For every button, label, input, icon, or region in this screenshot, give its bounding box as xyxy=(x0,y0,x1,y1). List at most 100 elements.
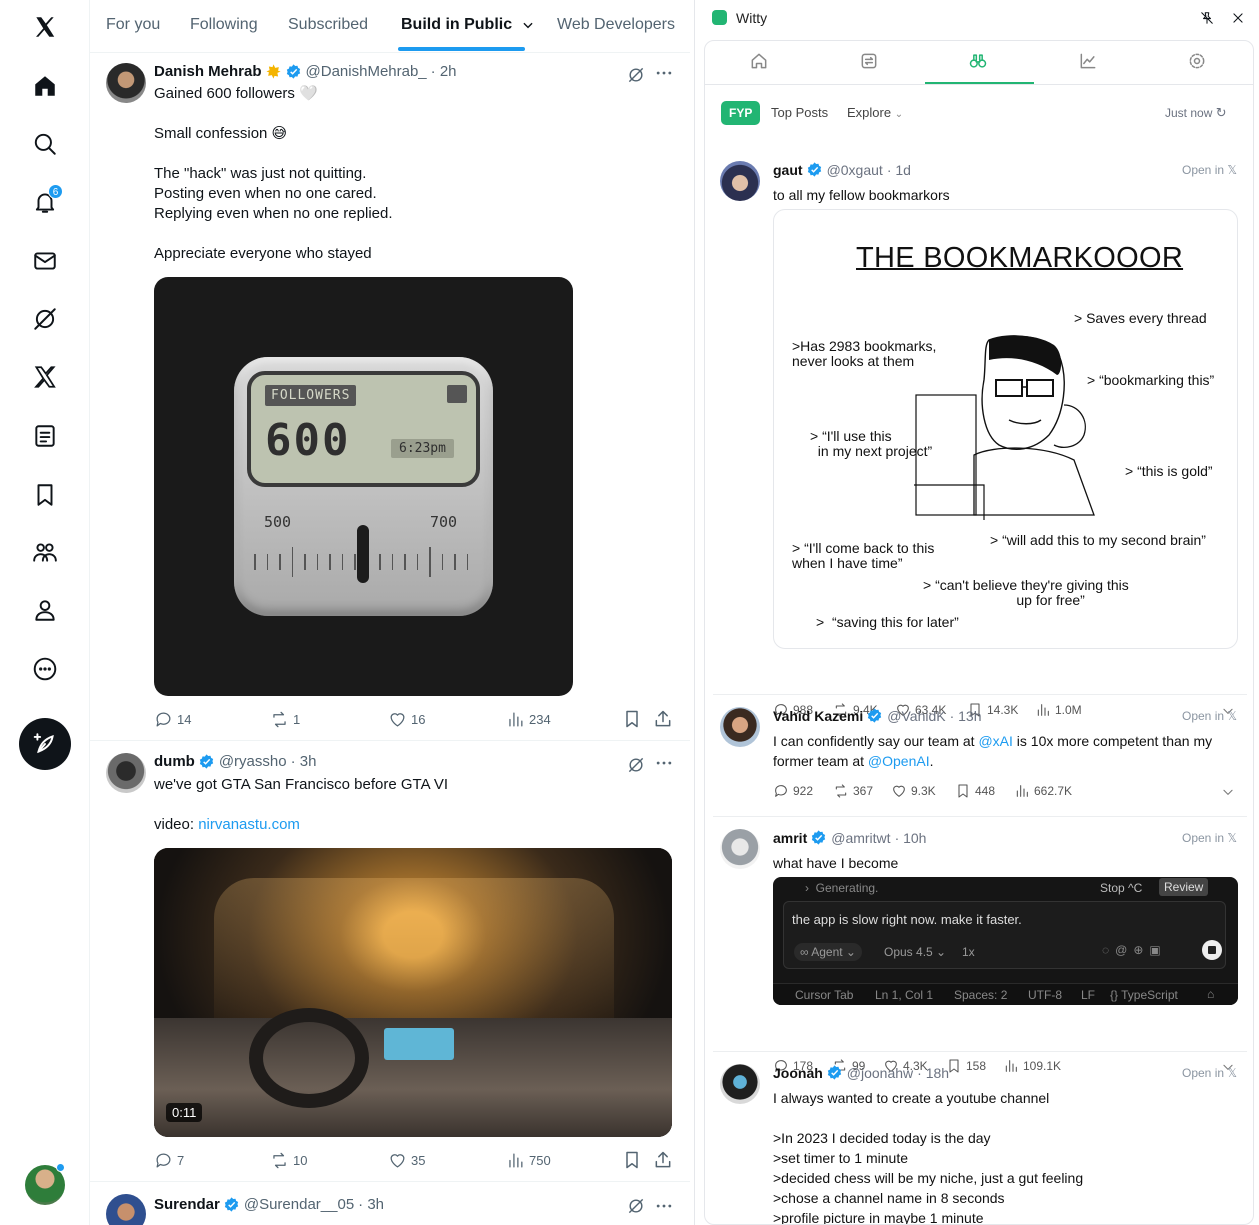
author-handle[interactable]: @amritwt xyxy=(831,830,890,846)
mail-icon[interactable] xyxy=(20,236,70,286)
open-in-x-link[interactable]: Open in 𝕏 xyxy=(1182,1066,1237,1080)
communities-icon[interactable] xyxy=(20,527,70,577)
author-name[interactable]: amrit xyxy=(773,830,807,846)
unpin-icon[interactable] xyxy=(1200,11,1214,25)
open-in-x-link[interactable]: Open in 𝕏 xyxy=(1182,831,1237,845)
author-avatar[interactable] xyxy=(106,1194,146,1225)
share-icon[interactable] xyxy=(653,709,673,729)
author-name[interactable]: gaut xyxy=(773,162,803,178)
mention-link[interactable]: @xAI xyxy=(978,733,1012,749)
like-button[interactable]: 35 xyxy=(388,1150,425,1170)
more-circle-icon[interactable] xyxy=(20,644,70,694)
repost-button[interactable]: 10 xyxy=(270,1150,307,1170)
witty-tab-home[interactable] xyxy=(749,51,771,73)
author-handle[interactable]: @joonahw xyxy=(847,1065,913,1081)
bookmark-icon[interactable] xyxy=(20,470,70,520)
reply-button[interactable]: 7 xyxy=(154,1150,184,1170)
search-icon[interactable] xyxy=(20,119,70,169)
like-stat[interactable]: 9.3K xyxy=(891,782,936,800)
tweet-time[interactable]: · 3h xyxy=(358,1196,384,1213)
refresh-button[interactable]: Just now ↻ xyxy=(1165,105,1227,121)
video-duration: 0:11 xyxy=(166,1103,203,1122)
tweet[interactable]: Surendar @Surendar__05 · 3h xyxy=(90,1182,690,1225)
witty-tab-settings[interactable] xyxy=(1187,51,1209,73)
lists-icon[interactable] xyxy=(20,411,70,461)
meme-image[interactable]: THE BOOKMARKOOOR > Saves every thread >H… xyxy=(773,209,1238,649)
repost-button[interactable]: 1 xyxy=(270,709,300,729)
profile-icon[interactable] xyxy=(20,585,70,635)
reply-button[interactable]: 14 xyxy=(154,709,191,729)
grok-icon[interactable] xyxy=(20,294,70,344)
witty-post[interactable]: gaut @0xgaut · 1d Open in 𝕏 to all my fe… xyxy=(705,151,1253,717)
views-button[interactable]: 234 xyxy=(506,709,551,729)
author-avatar[interactable] xyxy=(720,707,760,747)
author-handle[interactable]: @Surendar__05 xyxy=(244,1196,354,1213)
author-handle[interactable]: @VahidK xyxy=(887,708,945,724)
notifications-icon[interactable]: 6 xyxy=(20,177,70,227)
compose-post-button[interactable] xyxy=(19,718,71,770)
witty-tab-analytics[interactable] xyxy=(1078,51,1100,73)
author-avatar[interactable] xyxy=(720,161,760,201)
author-avatar[interactable] xyxy=(720,829,760,869)
tweet-time[interactable]: · 2h xyxy=(431,63,457,80)
filter-explore[interactable]: Explore ⌄ xyxy=(847,105,903,120)
witty-post[interactable]: Joonah @joonahw · 18h Open in 𝕏 I always… xyxy=(705,1054,1253,1224)
tab-subscribed[interactable]: Subscribed xyxy=(288,0,368,53)
author-name[interactable]: dumb xyxy=(154,753,195,770)
author-handle[interactable]: @ryassho xyxy=(219,753,287,770)
witty-post[interactable]: amrit @amritwt · 10h Open in 𝕏 what have… xyxy=(705,819,1253,1073)
scale-tick xyxy=(429,547,431,577)
close-icon[interactable] xyxy=(1231,11,1245,25)
author-handle[interactable]: @0xgaut xyxy=(827,162,883,178)
author-name[interactable]: Danish Mehrab xyxy=(154,63,262,80)
video-link[interactable]: nirvanastu.com xyxy=(198,816,300,833)
tab-for-you[interactable]: For you xyxy=(106,0,160,53)
chevron-down-icon[interactable] xyxy=(1221,785,1235,799)
tweet-video[interactable]: 0:11 xyxy=(154,848,672,1137)
home-icon[interactable] xyxy=(20,61,70,111)
share-icon[interactable] xyxy=(653,1150,673,1170)
tweet[interactable]: dumb @ryassho · 3h we've got GTA San Fra… xyxy=(90,741,690,1182)
like-button[interactable]: 16 xyxy=(388,709,425,729)
mention-link[interactable]: @OpenAI xyxy=(868,753,930,769)
x-premium-icon[interactable] xyxy=(20,352,70,402)
bookmark-icon[interactable] xyxy=(622,709,642,729)
tweet[interactable]: Danish Mehrab @DanishMehrab_ · 2h Gained… xyxy=(90,53,690,741)
author-name[interactable]: Surendar xyxy=(154,1196,220,1213)
more-icon[interactable] xyxy=(654,753,674,773)
tab-build-in-public[interactable]: Build in Public xyxy=(401,0,535,53)
filter-fyp[interactable]: FYP xyxy=(721,101,761,125)
x-logo-icon[interactable] xyxy=(20,2,70,52)
author-handle[interactable]: @DanishMehrab_ xyxy=(306,63,427,80)
separator xyxy=(713,1051,1247,1052)
tweet-image-followers-counter[interactable]: FOLLOWERS 600 6:23pm 500 700 xyxy=(154,277,573,696)
tab-web-developers[interactable]: Web Developers xyxy=(557,0,675,53)
witty-tab-reposts[interactable] xyxy=(859,51,881,73)
author-name[interactable]: Vahid Kazemi xyxy=(773,708,863,724)
more-icon[interactable] xyxy=(654,63,674,83)
open-in-x-link[interactable]: Open in 𝕏 xyxy=(1182,163,1237,177)
panel-divider[interactable] xyxy=(694,0,695,1225)
open-in-x-link[interactable]: Open in 𝕏 xyxy=(1182,709,1237,723)
views-icon xyxy=(1016,785,1028,797)
author-avatar[interactable] xyxy=(106,753,146,793)
author-avatar[interactable] xyxy=(720,1064,760,1104)
author-name[interactable]: Joonah xyxy=(773,1065,823,1081)
views-button[interactable]: 750 xyxy=(506,1150,551,1170)
bookmark-icon[interactable] xyxy=(622,1150,642,1170)
grok-icon[interactable] xyxy=(626,1196,646,1216)
witty-post[interactable]: Vahid Kazemi @VahidK · 13h Open in 𝕏 I c… xyxy=(705,697,1253,817)
bookmark-stat[interactable]: 448 xyxy=(955,782,995,800)
post-image-ide-screenshot[interactable]: › Generating. Stop ^C Review the app is … xyxy=(773,877,1238,1005)
reply-stat[interactable]: 922 xyxy=(773,782,813,800)
repost-stat[interactable]: 367 xyxy=(833,782,873,800)
tweet-time[interactable]: · 3h xyxy=(291,753,317,770)
tab-following[interactable]: Following xyxy=(190,0,258,53)
author-avatar[interactable] xyxy=(106,63,146,103)
views-stat[interactable]: 662.7K xyxy=(1014,782,1072,800)
more-icon[interactable] xyxy=(654,1196,674,1216)
filter-top-posts[interactable]: Top Posts xyxy=(771,105,828,120)
grok-icon[interactable] xyxy=(626,65,646,85)
grok-icon[interactable] xyxy=(626,755,646,775)
witty-tab-discover[interactable] xyxy=(968,51,990,73)
